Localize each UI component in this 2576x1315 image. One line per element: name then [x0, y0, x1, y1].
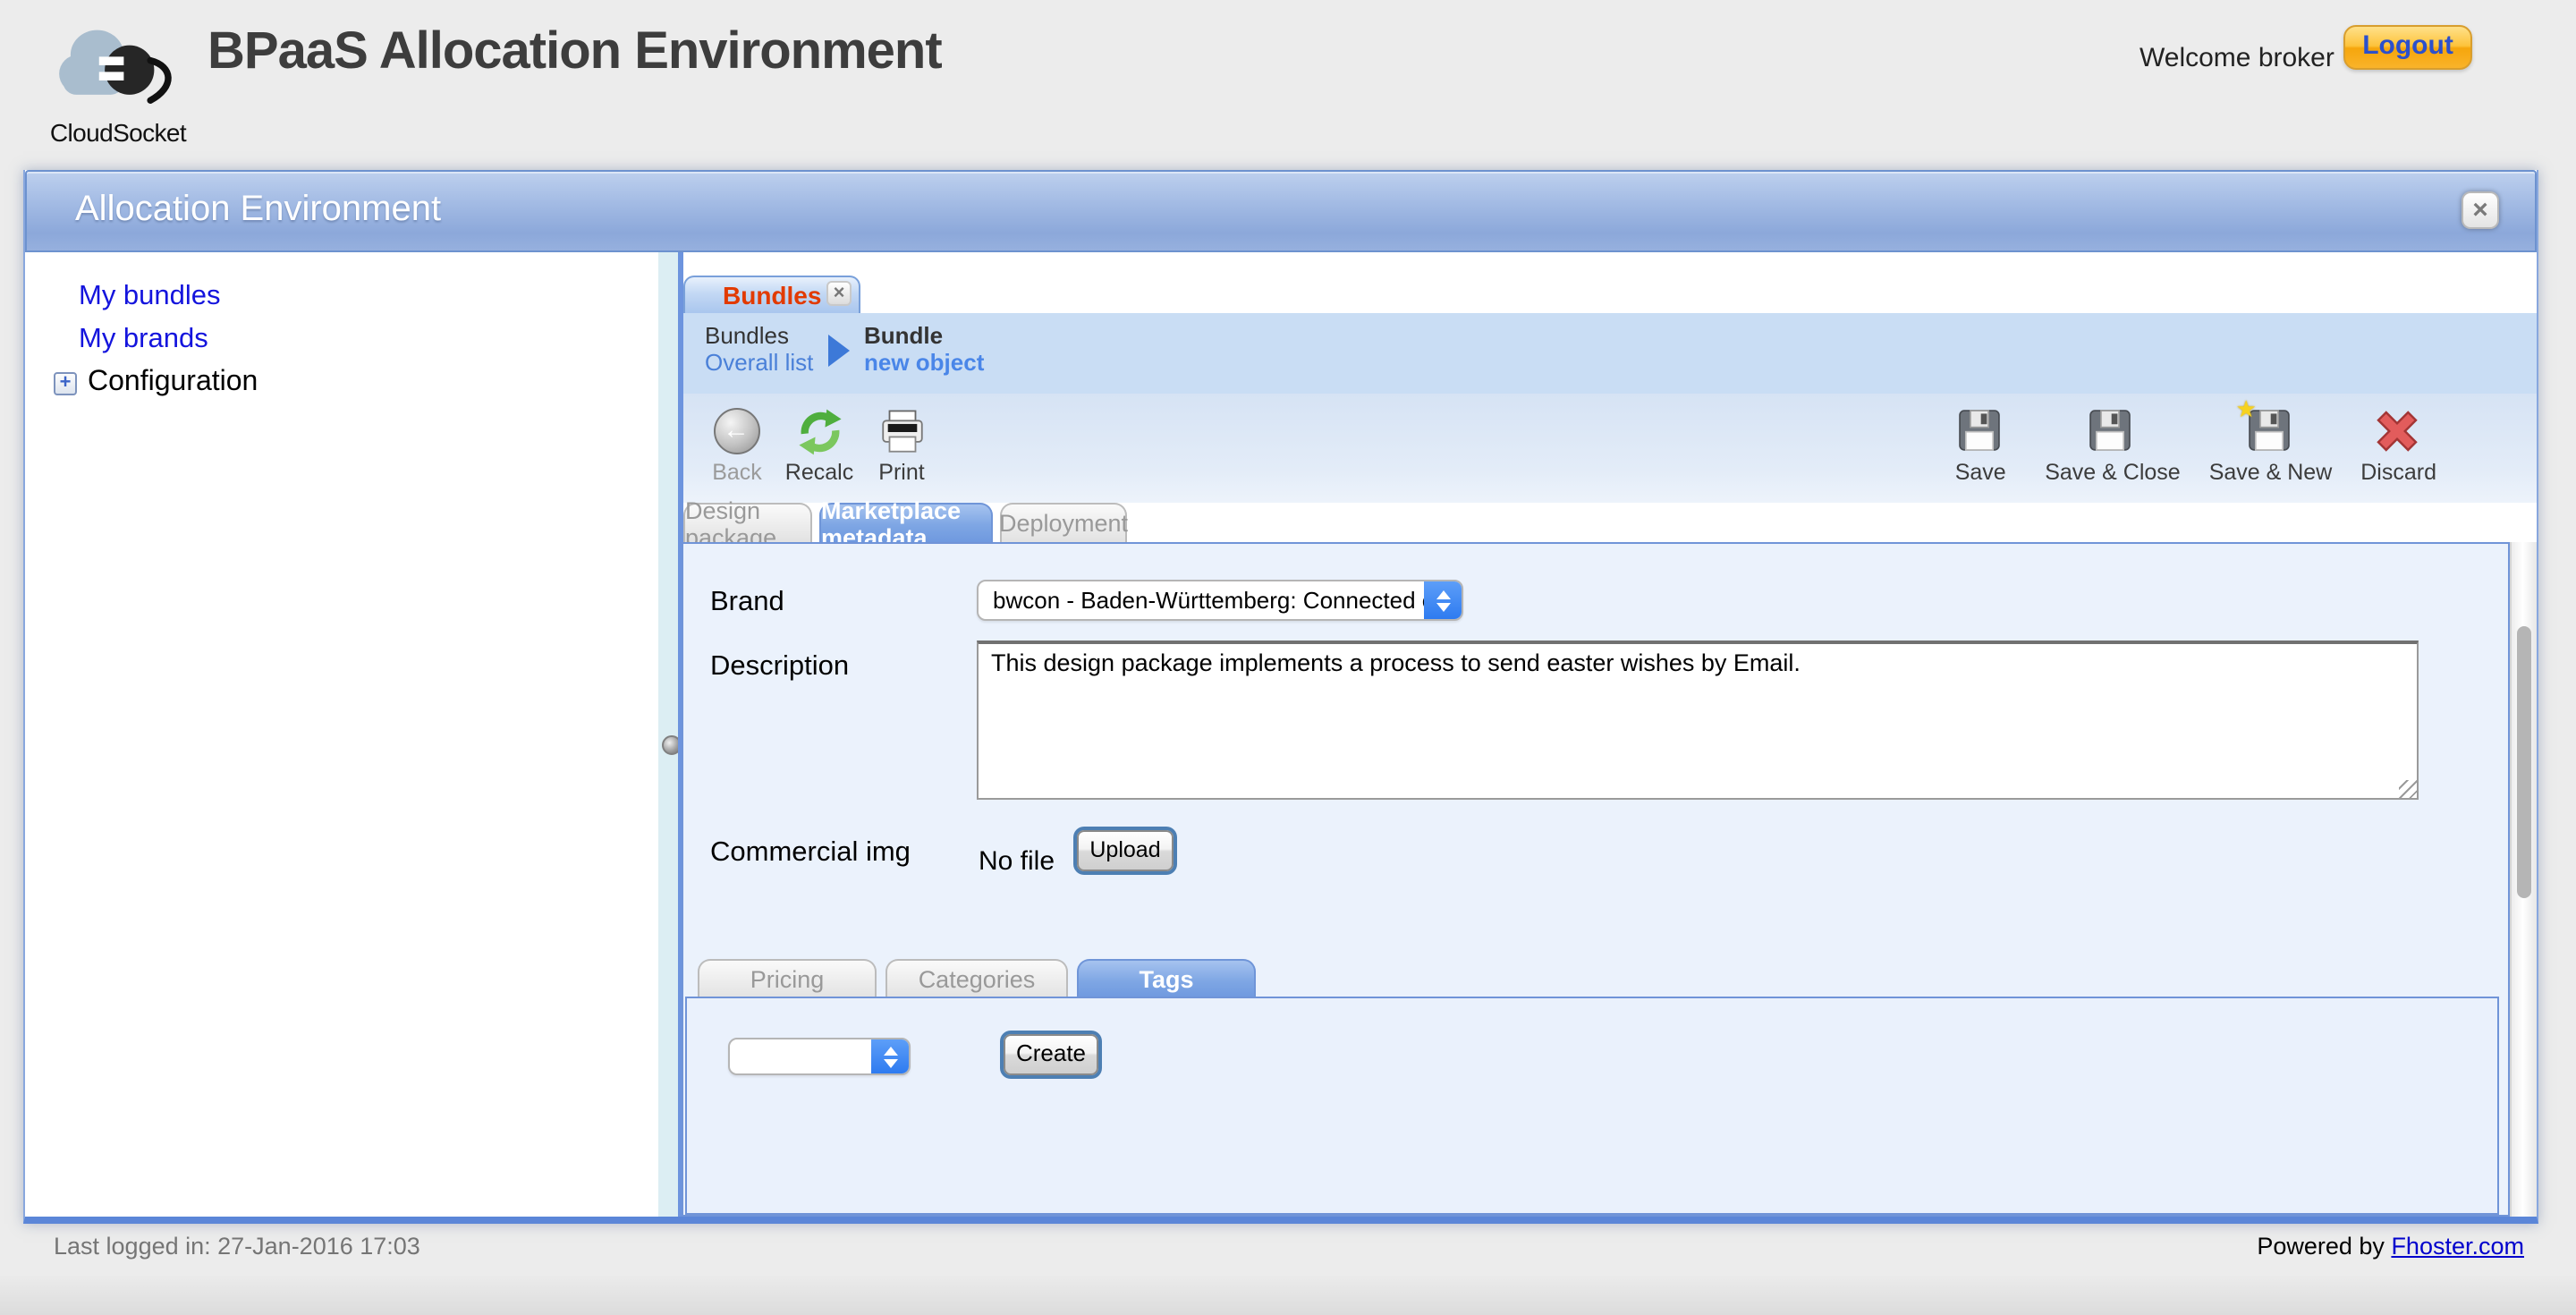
back-icon: ←	[711, 406, 763, 458]
breadcrumb-current: Bundle new object	[864, 322, 984, 376]
tab-deployment[interactable]: Deployment	[1000, 503, 1127, 542]
save-button[interactable]: Save	[1945, 406, 2016, 485]
configuration-expander-icon[interactable]: +	[54, 372, 77, 395]
back-button[interactable]: ← Back	[701, 406, 773, 485]
commercial-img-status: No file	[979, 846, 1055, 877]
create-tag-button[interactable]: Create	[1004, 1034, 1098, 1075]
sidebar-item-configuration[interactable]: Configuration	[88, 367, 258, 399]
brand-select[interactable]: bwcon - Baden-Württemberg: Connected e.V…	[977, 580, 1463, 621]
back-label: Back	[712, 460, 762, 485]
allocation-environment-window: Allocation Environment × My bundles My b…	[23, 170, 2538, 1224]
save-close-icon	[2087, 406, 2139, 458]
sidebar-item-my-bundles[interactable]: My bundles	[79, 281, 221, 313]
breadcrumb-parent-link[interactable]: Overall list	[705, 349, 813, 376]
logo-wordmark: CloudSocket	[32, 118, 204, 147]
breadcrumb-arrow-icon	[828, 335, 850, 367]
select-chevrons-icon	[1424, 581, 1462, 619]
save-new-icon: ★	[2244, 406, 2296, 458]
breadcrumb-current-title: Bundle	[864, 322, 984, 349]
breadcrumb-current-subtitle: new object	[864, 349, 984, 376]
scrollbar-thumb[interactable]	[2517, 626, 2531, 898]
recalc-button[interactable]: Recalc	[784, 406, 855, 485]
cloudsocket-logo: CloudSocket	[32, 11, 204, 150]
save-new-button[interactable]: ★ Save & New	[2209, 406, 2333, 485]
breadcrumb: Bundles Overall list Bundle new object	[683, 313, 2537, 394]
workspace: Bundles × Bundles Overall list Bundle ne…	[683, 252, 2537, 1217]
save-new-label: Save & New	[2209, 460, 2333, 485]
select-chevrons-icon	[871, 1039, 909, 1073]
toolbar-right-group: Save Save & Close	[1945, 406, 2436, 485]
tag-select-value	[730, 1039, 871, 1073]
bottom-strip	[0, 1276, 2576, 1315]
description-label: Description	[710, 651, 849, 683]
subtab-categories[interactable]: Categories	[886, 959, 1068, 998]
app-root: CloudSocket BPaaS Allocation Environment…	[0, 0, 2576, 1315]
tab-bundles[interactable]: Bundles ×	[683, 276, 860, 313]
save-close-label: Save & Close	[2045, 460, 2180, 485]
print-label: Print	[878, 460, 924, 485]
print-button[interactable]: Print	[866, 406, 937, 485]
welcome-user-label: Welcome broker	[2140, 43, 2334, 73]
fhoster-link[interactable]: Fhoster.com	[2391, 1233, 2524, 1260]
window-body: My bundles My brands + Configuration Bun…	[25, 252, 2537, 1217]
marketplace-metadata-panel: Brand bwcon - Baden-Württemberg: Connect…	[682, 542, 2510, 1217]
brand-select-value: bwcon - Baden-Württemberg: Connected e.V…	[979, 581, 1424, 619]
window-close-button[interactable]: ×	[2462, 191, 2499, 229]
breadcrumb-parent: Bundles Overall list	[705, 322, 813, 376]
toolbar: ← Back	[683, 394, 2537, 503]
tab-bundles-close-icon[interactable]: ×	[826, 281, 852, 306]
cloud-plug-icon	[57, 18, 179, 115]
description-textarea[interactable]: This design package implements a process…	[977, 641, 2419, 800]
tab-marketplace-metadata[interactable]: Marketplace metadata	[819, 503, 993, 542]
tab-design-package[interactable]: Design package	[683, 503, 812, 542]
upload-button[interactable]: Upload	[1077, 830, 1174, 871]
toolbar-left-group: ← Back	[701, 406, 937, 485]
print-icon	[876, 406, 928, 458]
vertical-scrollbar[interactable]	[2510, 542, 2537, 1217]
save-icon	[1954, 406, 2006, 458]
window-titlebar: Allocation Environment ×	[25, 170, 2537, 252]
sidebar-splitter[interactable]	[658, 252, 678, 1217]
discard-icon	[2373, 406, 2425, 458]
subtab-pricing[interactable]: Pricing	[698, 959, 877, 998]
textarea-resize-grip-icon[interactable]	[2399, 780, 2417, 798]
tab-bundles-label: Bundles	[723, 277, 821, 313]
detail-tabstrip: Design package Marketplace metadata Depl…	[683, 503, 2537, 542]
breadcrumb-parent-title: Bundles	[705, 322, 813, 349]
recalc-label: Recalc	[785, 460, 853, 485]
brand-label: Brand	[710, 587, 784, 619]
discard-label: Discard	[2360, 460, 2436, 485]
page-title: BPaaS Allocation Environment	[208, 23, 942, 82]
recalc-icon	[793, 406, 845, 458]
discard-button[interactable]: Discard	[2360, 406, 2436, 485]
last-login-status: Last logged in: 27-Jan-2016 17:03	[54, 1233, 420, 1260]
window-title: Allocation Environment	[75, 190, 441, 231]
tags-panel: Create	[685, 997, 2499, 1215]
save-label: Save	[1955, 460, 2006, 485]
tag-select[interactable]	[728, 1038, 911, 1075]
sidebar-item-my-brands[interactable]: My brands	[79, 324, 208, 356]
logout-button[interactable]: Logout	[2343, 25, 2472, 70]
powered-by: Powered by Fhoster.com	[2257, 1233, 2524, 1260]
save-close-button[interactable]: Save & Close	[2045, 406, 2180, 485]
powered-by-prefix: Powered by	[2257, 1233, 2391, 1260]
commercial-img-label: Commercial img	[710, 837, 911, 870]
new-star-icon: ★	[2235, 395, 2256, 424]
sub-tabstrip: Pricing Categories Tags	[698, 959, 1256, 998]
sidebar: My bundles My brands + Configuration	[25, 252, 658, 1217]
subtab-tags[interactable]: Tags	[1077, 959, 1256, 998]
